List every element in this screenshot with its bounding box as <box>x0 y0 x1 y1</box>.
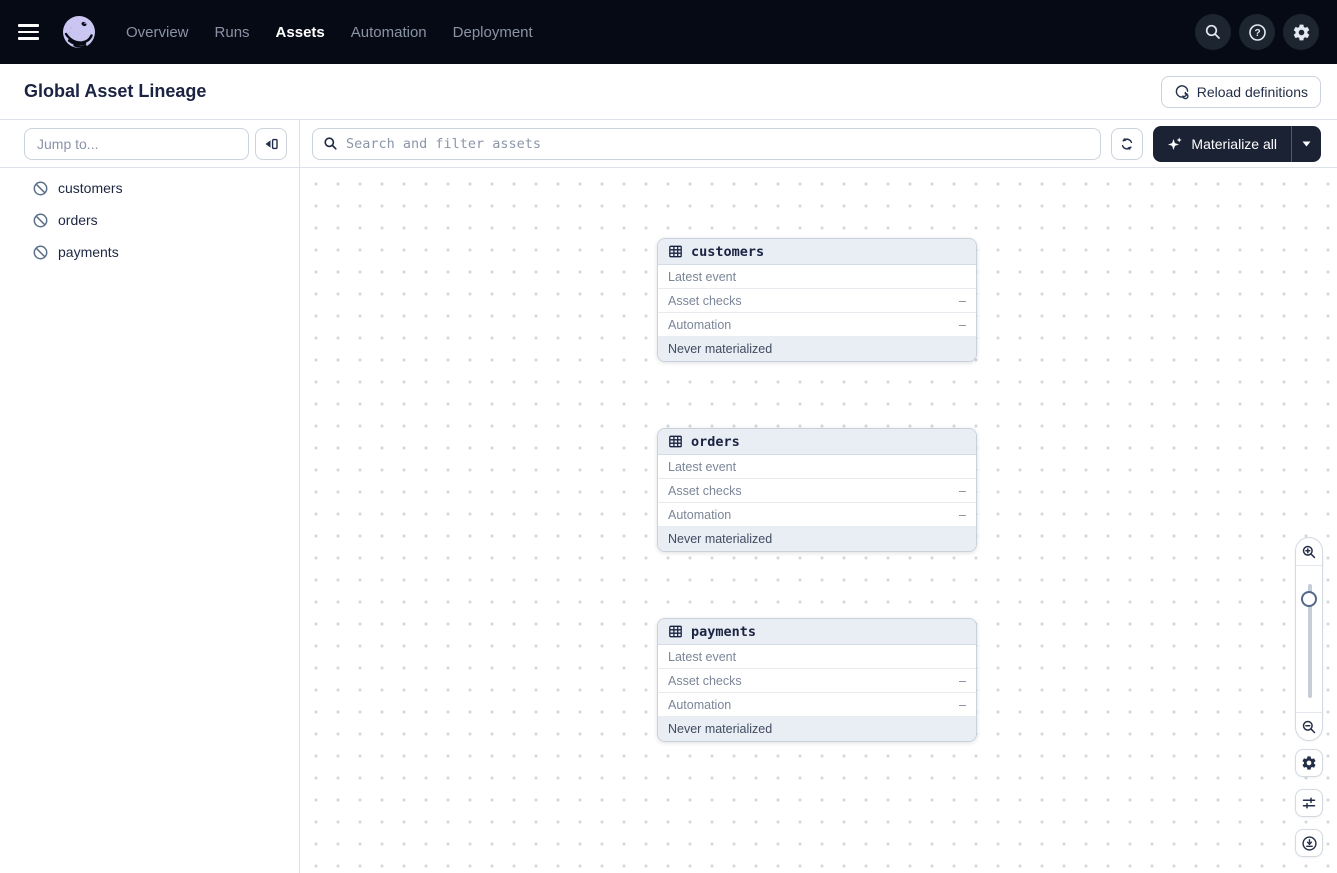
asset-node-row-automation: Automation – <box>658 693 976 717</box>
materialize-all-button[interactable]: Materialize all <box>1153 126 1291 162</box>
materialize-all-label: Materialize all <box>1191 135 1277 152</box>
asset-sidebar: customers orders p <box>0 120 300 873</box>
zoom-control <box>1295 537 1323 741</box>
asset-node-row-latest-event: Latest event <box>658 455 976 479</box>
table-icon <box>668 624 683 639</box>
asset-node-row-asset-checks: Asset checks – <box>658 289 976 313</box>
lineage-toolbar: Materialize all <box>300 120 1337 168</box>
graph-settings-button[interactable] <box>1295 749 1323 777</box>
sidebar-item-orders[interactable]: orders <box>0 204 299 236</box>
help-icon[interactable]: ? <box>1239 14 1275 50</box>
filters-icon <box>1301 795 1317 811</box>
materialize-options-button[interactable] <box>1291 125 1321 162</box>
table-icon <box>668 244 683 259</box>
zoom-slider[interactable] <box>1296 566 1322 712</box>
nav-item-assets[interactable]: Assets <box>272 18 329 47</box>
search-icon[interactable] <box>1195 14 1231 50</box>
asset-search-box <box>312 127 1102 160</box>
asset-node-header: customers <box>658 239 976 265</box>
asset-list: customers orders payments <box>0 168 299 268</box>
top-nav: Overview Runs Assets Automation Deployme… <box>0 0 1337 64</box>
reload-definitions-label: Reload definitions <box>1196 83 1308 100</box>
reload-definitions-button[interactable]: Reload definitions <box>1160 75 1321 108</box>
sidebar-item-payments[interactable]: payments <box>0 236 299 268</box>
reload-definitions-icon <box>1174 84 1190 100</box>
asset-node-row-asset-checks: Asset checks – <box>658 669 976 693</box>
search-icon <box>323 136 338 151</box>
asset-node-customers[interactable]: customers Latest event Asset checks – Aut… <box>657 238 977 362</box>
graph-filters-button[interactable] <box>1295 789 1323 817</box>
settings-gear-icon <box>1301 755 1317 771</box>
asset-node-orders[interactable]: orders Latest event Asset checks – Automa… <box>657 428 977 552</box>
asset-node-row-automation: Automation – <box>658 503 976 527</box>
asset-node-header: orders <box>658 429 976 455</box>
page-title: Global Asset Lineage <box>24 81 207 101</box>
sidebar-item-customers[interactable]: customers <box>0 172 299 204</box>
collapse-sidebar-button[interactable] <box>255 127 287 160</box>
settings-icon[interactable] <box>1283 14 1319 50</box>
asset-node-title: orders <box>691 433 740 450</box>
asset-node-title: customers <box>691 243 765 260</box>
refresh-icon <box>1119 136 1135 152</box>
lineage-graph-canvas[interactable]: customers Latest event Asset checks – Aut… <box>300 168 1337 873</box>
lineage-main: Materialize all <box>300 120 1337 873</box>
dagster-logo[interactable] <box>62 15 96 49</box>
asset-search-input[interactable] <box>346 135 1091 152</box>
asset-hidden-icon <box>32 180 49 197</box>
sidebar-toolbar <box>0 120 299 168</box>
asset-node-status: Never materialized <box>658 717 976 741</box>
nav-item-deployment[interactable]: Deployment <box>449 18 537 47</box>
asset-item-label: payments <box>58 244 119 260</box>
asset-hidden-icon <box>32 212 49 229</box>
zoom-in-button[interactable] <box>1296 538 1322 566</box>
asset-node-status: Never materialized <box>658 527 976 551</box>
asset-node-title: payments <box>691 623 757 640</box>
zoom-out-button[interactable] <box>1296 712 1322 740</box>
asset-item-label: orders <box>58 212 98 228</box>
zoom-slider-thumb[interactable] <box>1301 591 1317 607</box>
content: customers orders p <box>0 120 1337 873</box>
caret-down-icon <box>1302 141 1311 147</box>
jump-to-input[interactable] <box>24 127 249 160</box>
recenter-view-button[interactable] <box>1295 829 1323 857</box>
recenter-icon <box>1301 835 1318 852</box>
nav-item-automation[interactable]: Automation <box>347 18 431 47</box>
table-icon <box>668 434 683 449</box>
collapse-panel-icon <box>263 136 279 152</box>
dagster-app: Overview Runs Assets Automation Deployme… <box>0 0 1337 873</box>
refresh-button[interactable] <box>1111 127 1144 160</box>
materialize-all-split-button: Materialize all <box>1153 125 1321 162</box>
asset-item-label: customers <box>58 180 123 196</box>
nav-item-overview[interactable]: Overview <box>122 18 193 47</box>
asset-node-row-latest-event: Latest event <box>658 265 976 289</box>
asset-node-row-latest-event: Latest event <box>658 645 976 669</box>
sparkles-icon <box>1167 136 1183 152</box>
page-header: Global Asset Lineage Reload definitions <box>0 64 1337 120</box>
asset-node-payments[interactable]: payments Latest event Asset checks – Auto… <box>657 618 977 742</box>
primary-nav-links: Overview Runs Assets Automation Deployme… <box>122 18 537 47</box>
nav-right-actions: ? <box>1195 14 1319 50</box>
asset-node-row-automation: Automation – <box>658 313 976 337</box>
menu-icon[interactable] <box>18 18 46 46</box>
asset-node-status: Never materialized <box>658 337 976 361</box>
asset-hidden-icon <box>32 244 49 261</box>
nav-item-runs[interactable]: Runs <box>211 18 254 47</box>
zoom-in-icon <box>1301 544 1317 560</box>
asset-node-row-asset-checks: Asset checks – <box>658 479 976 503</box>
zoom-out-icon <box>1301 719 1317 735</box>
asset-node-header: payments <box>658 619 976 645</box>
svg-text:?: ? <box>1254 28 1260 39</box>
